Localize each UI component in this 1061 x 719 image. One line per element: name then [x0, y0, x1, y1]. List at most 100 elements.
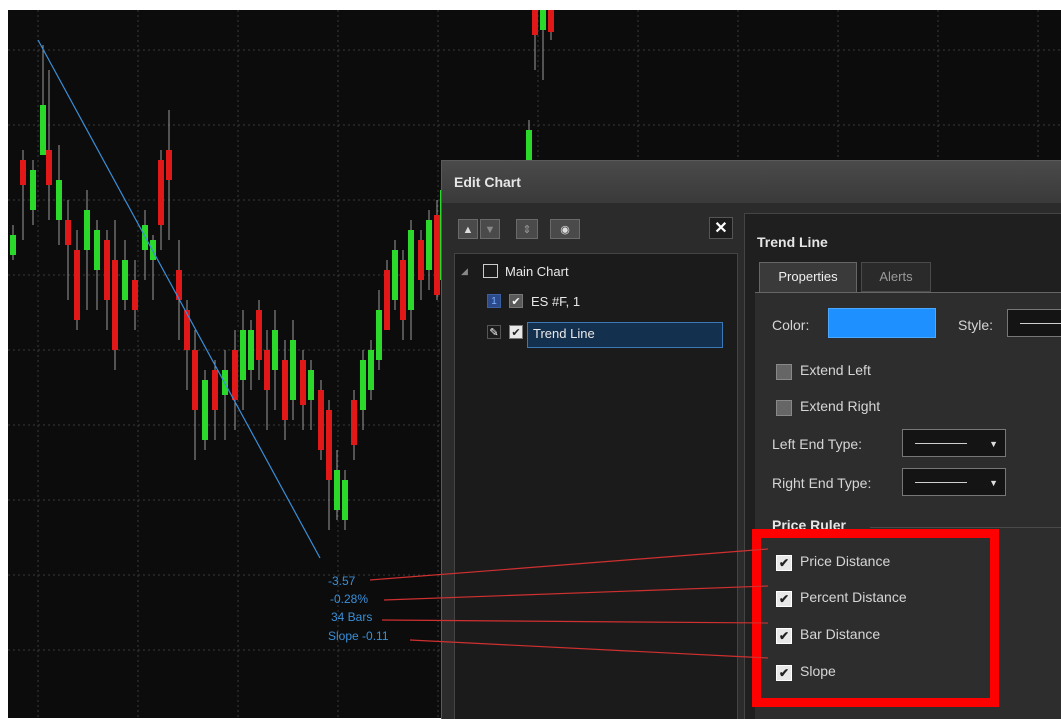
- section-title: Trend Line: [757, 234, 828, 250]
- series-visible-checkbox[interactable]: ✔: [509, 294, 523, 308]
- expand-arrow-icon[interactable]: ◢: [461, 266, 468, 277]
- down-candle: [300, 360, 306, 405]
- up-candle: [202, 380, 208, 440]
- tab-alerts[interactable]: Alerts: [861, 262, 931, 292]
- down-candle: [232, 350, 238, 400]
- down-candle: [104, 240, 110, 300]
- extend-left-checkbox[interactable]: [776, 364, 792, 380]
- price-distance-label: -3.57: [328, 574, 356, 588]
- up-candle: [10, 235, 16, 255]
- up-candle: [30, 170, 36, 210]
- up-candle: [94, 230, 100, 270]
- right-end-type-label: Right End Type:: [772, 475, 872, 491]
- extend-right-checkbox[interactable]: [776, 400, 792, 416]
- tree-item-es-series[interactable]: 1 ✔ ES #F, 1: [487, 294, 727, 318]
- up-candle: [272, 330, 278, 370]
- up-candle: [240, 330, 246, 380]
- up-candle: [408, 230, 414, 310]
- bar-distance-label: 34 Bars: [331, 610, 373, 624]
- down-candle: [212, 370, 218, 410]
- up-candle: [122, 260, 128, 300]
- dialog-title: Edit Chart: [454, 174, 521, 190]
- tree-item-trend-line[interactable]: ✎ ✔ Trend Line: [487, 322, 731, 348]
- trend-line-visible-checkbox[interactable]: ✔: [509, 325, 523, 339]
- up-candle: [376, 310, 382, 360]
- down-candle: [318, 390, 324, 450]
- up-candle: [392, 250, 398, 300]
- up-candle: [248, 330, 254, 370]
- down-candle: [548, 10, 554, 32]
- up-candle: [360, 360, 366, 410]
- down-candle: [65, 220, 71, 245]
- down-candle: [158, 160, 164, 225]
- end-type-preview: [915, 443, 967, 444]
- down-candle: [20, 160, 26, 185]
- up-candle: [334, 470, 340, 510]
- end-type-preview: [915, 482, 967, 483]
- slope-label: Slope -0.11: [328, 629, 389, 643]
- down-candle: [132, 280, 138, 310]
- move-down-button[interactable]: ▼: [480, 219, 500, 239]
- down-candle: [256, 310, 262, 360]
- up-candle: [84, 210, 90, 250]
- line-style-dropdown[interactable]: [1007, 309, 1061, 337]
- dialog-title-bar[interactable]: Edit Chart: [442, 161, 1061, 203]
- tree-item-label: Main Chart: [505, 264, 569, 279]
- visibility-button[interactable]: ◉: [550, 219, 580, 239]
- tab-properties[interactable]: Properties: [759, 262, 857, 292]
- up-candle: [426, 220, 432, 270]
- down-candle: [74, 250, 80, 320]
- down-candle: [192, 350, 198, 410]
- chart-elements-panel: ▲ ▼ ⇕ ◉ ✕ ◢ Main Chart 1 ✔ ES #F, 1 ✎ ✔ …: [454, 213, 738, 719]
- section-divider: [870, 527, 1061, 528]
- trend-line: [37, 39, 321, 559]
- eye-icon: ◉: [560, 224, 570, 236]
- left-end-type-dropdown[interactable]: ▼: [902, 429, 1006, 457]
- up-candle: [540, 10, 546, 30]
- down-candle: [282, 360, 288, 420]
- left-end-type-label: Left End Type:: [772, 436, 863, 452]
- right-end-type-dropdown[interactable]: ▼: [902, 468, 1006, 496]
- up-candle: [56, 180, 62, 220]
- chart-elements-tree: ◢ Main Chart 1 ✔ ES #F, 1 ✎ ✔ Trend Line: [454, 253, 738, 719]
- up-candle: [40, 105, 46, 155]
- chart-window-icon: [483, 264, 498, 278]
- tree-item-main-chart[interactable]: ◢ Main Chart: [461, 264, 731, 288]
- down-candle: [184, 310, 190, 350]
- down-candle: [532, 10, 538, 35]
- series-icon: 1: [487, 294, 501, 308]
- chevron-down-icon: ▼: [989, 478, 998, 488]
- up-down-arrows-icon: ⇕: [522, 224, 532, 236]
- highlight-box: [752, 529, 999, 707]
- up-candle: [368, 350, 374, 390]
- line-style-preview: [1020, 323, 1061, 324]
- down-candle: [264, 350, 270, 390]
- tree-item-label: ES #F, 1: [531, 294, 581, 309]
- down-candle: [351, 400, 357, 445]
- color-label: Color:: [772, 317, 810, 333]
- close-icon: ✕: [714, 220, 728, 237]
- down-candle: [112, 260, 118, 350]
- down-candle: [166, 150, 172, 180]
- percent-distance-label: -0.28%: [330, 592, 369, 606]
- down-candle: [384, 270, 390, 330]
- color-picker[interactable]: [828, 308, 936, 338]
- extend-right-label: Extend Right: [800, 398, 881, 414]
- tree-item-label: Trend Line: [533, 326, 595, 341]
- down-candle: [434, 215, 440, 295]
- triangle-down-icon: ▼: [484, 224, 496, 236]
- down-candle: [326, 410, 332, 480]
- triangle-up-icon: ▲: [462, 224, 474, 236]
- move-up-button[interactable]: ▲: [458, 219, 478, 239]
- style-label: Style:: [958, 317, 994, 333]
- remove-element-button[interactable]: ✕: [709, 217, 733, 239]
- down-candle: [400, 260, 406, 320]
- chevron-down-icon: ▼: [989, 439, 998, 449]
- up-candle: [308, 370, 314, 400]
- down-candle: [46, 150, 52, 185]
- extend-left-label: Extend Left: [800, 362, 871, 378]
- pencil-icon: ✎: [487, 325, 501, 339]
- reorder-button[interactable]: ⇕: [516, 219, 538, 239]
- up-candle: [342, 480, 348, 520]
- up-candle: [290, 340, 296, 400]
